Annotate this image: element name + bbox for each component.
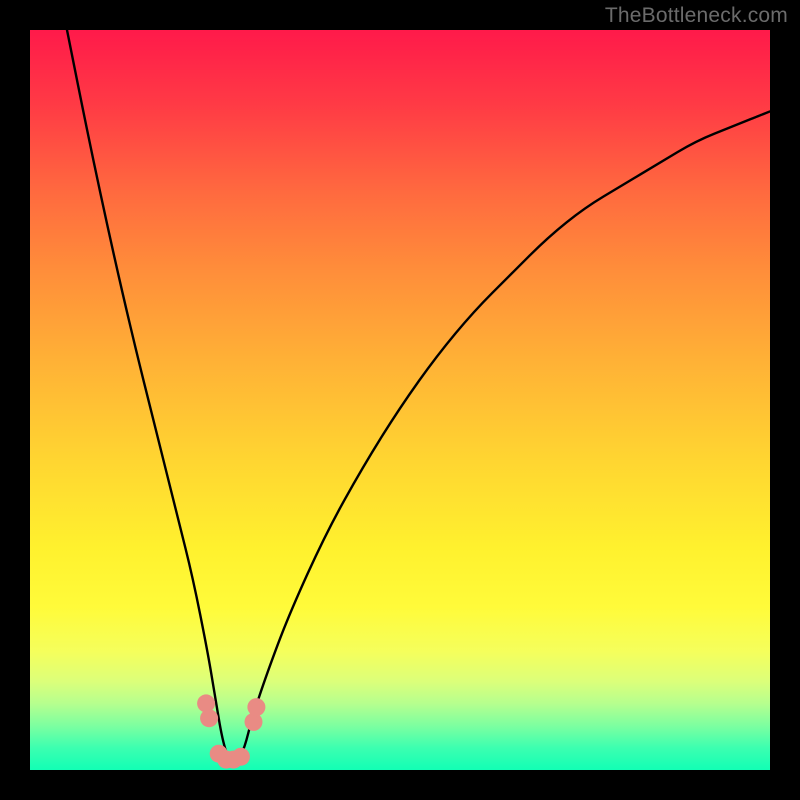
marker-dot <box>197 694 215 712</box>
mismatch-curve <box>67 30 770 763</box>
plot-area <box>30 30 770 770</box>
chart-stage: TheBottleneck.com <box>0 0 800 800</box>
curve-layer <box>30 30 770 770</box>
marker-dot <box>247 698 265 716</box>
marker-dot <box>232 748 250 766</box>
trough-markers <box>197 694 265 768</box>
watermark-text: TheBottleneck.com <box>605 4 788 28</box>
marker-dot <box>200 709 218 727</box>
